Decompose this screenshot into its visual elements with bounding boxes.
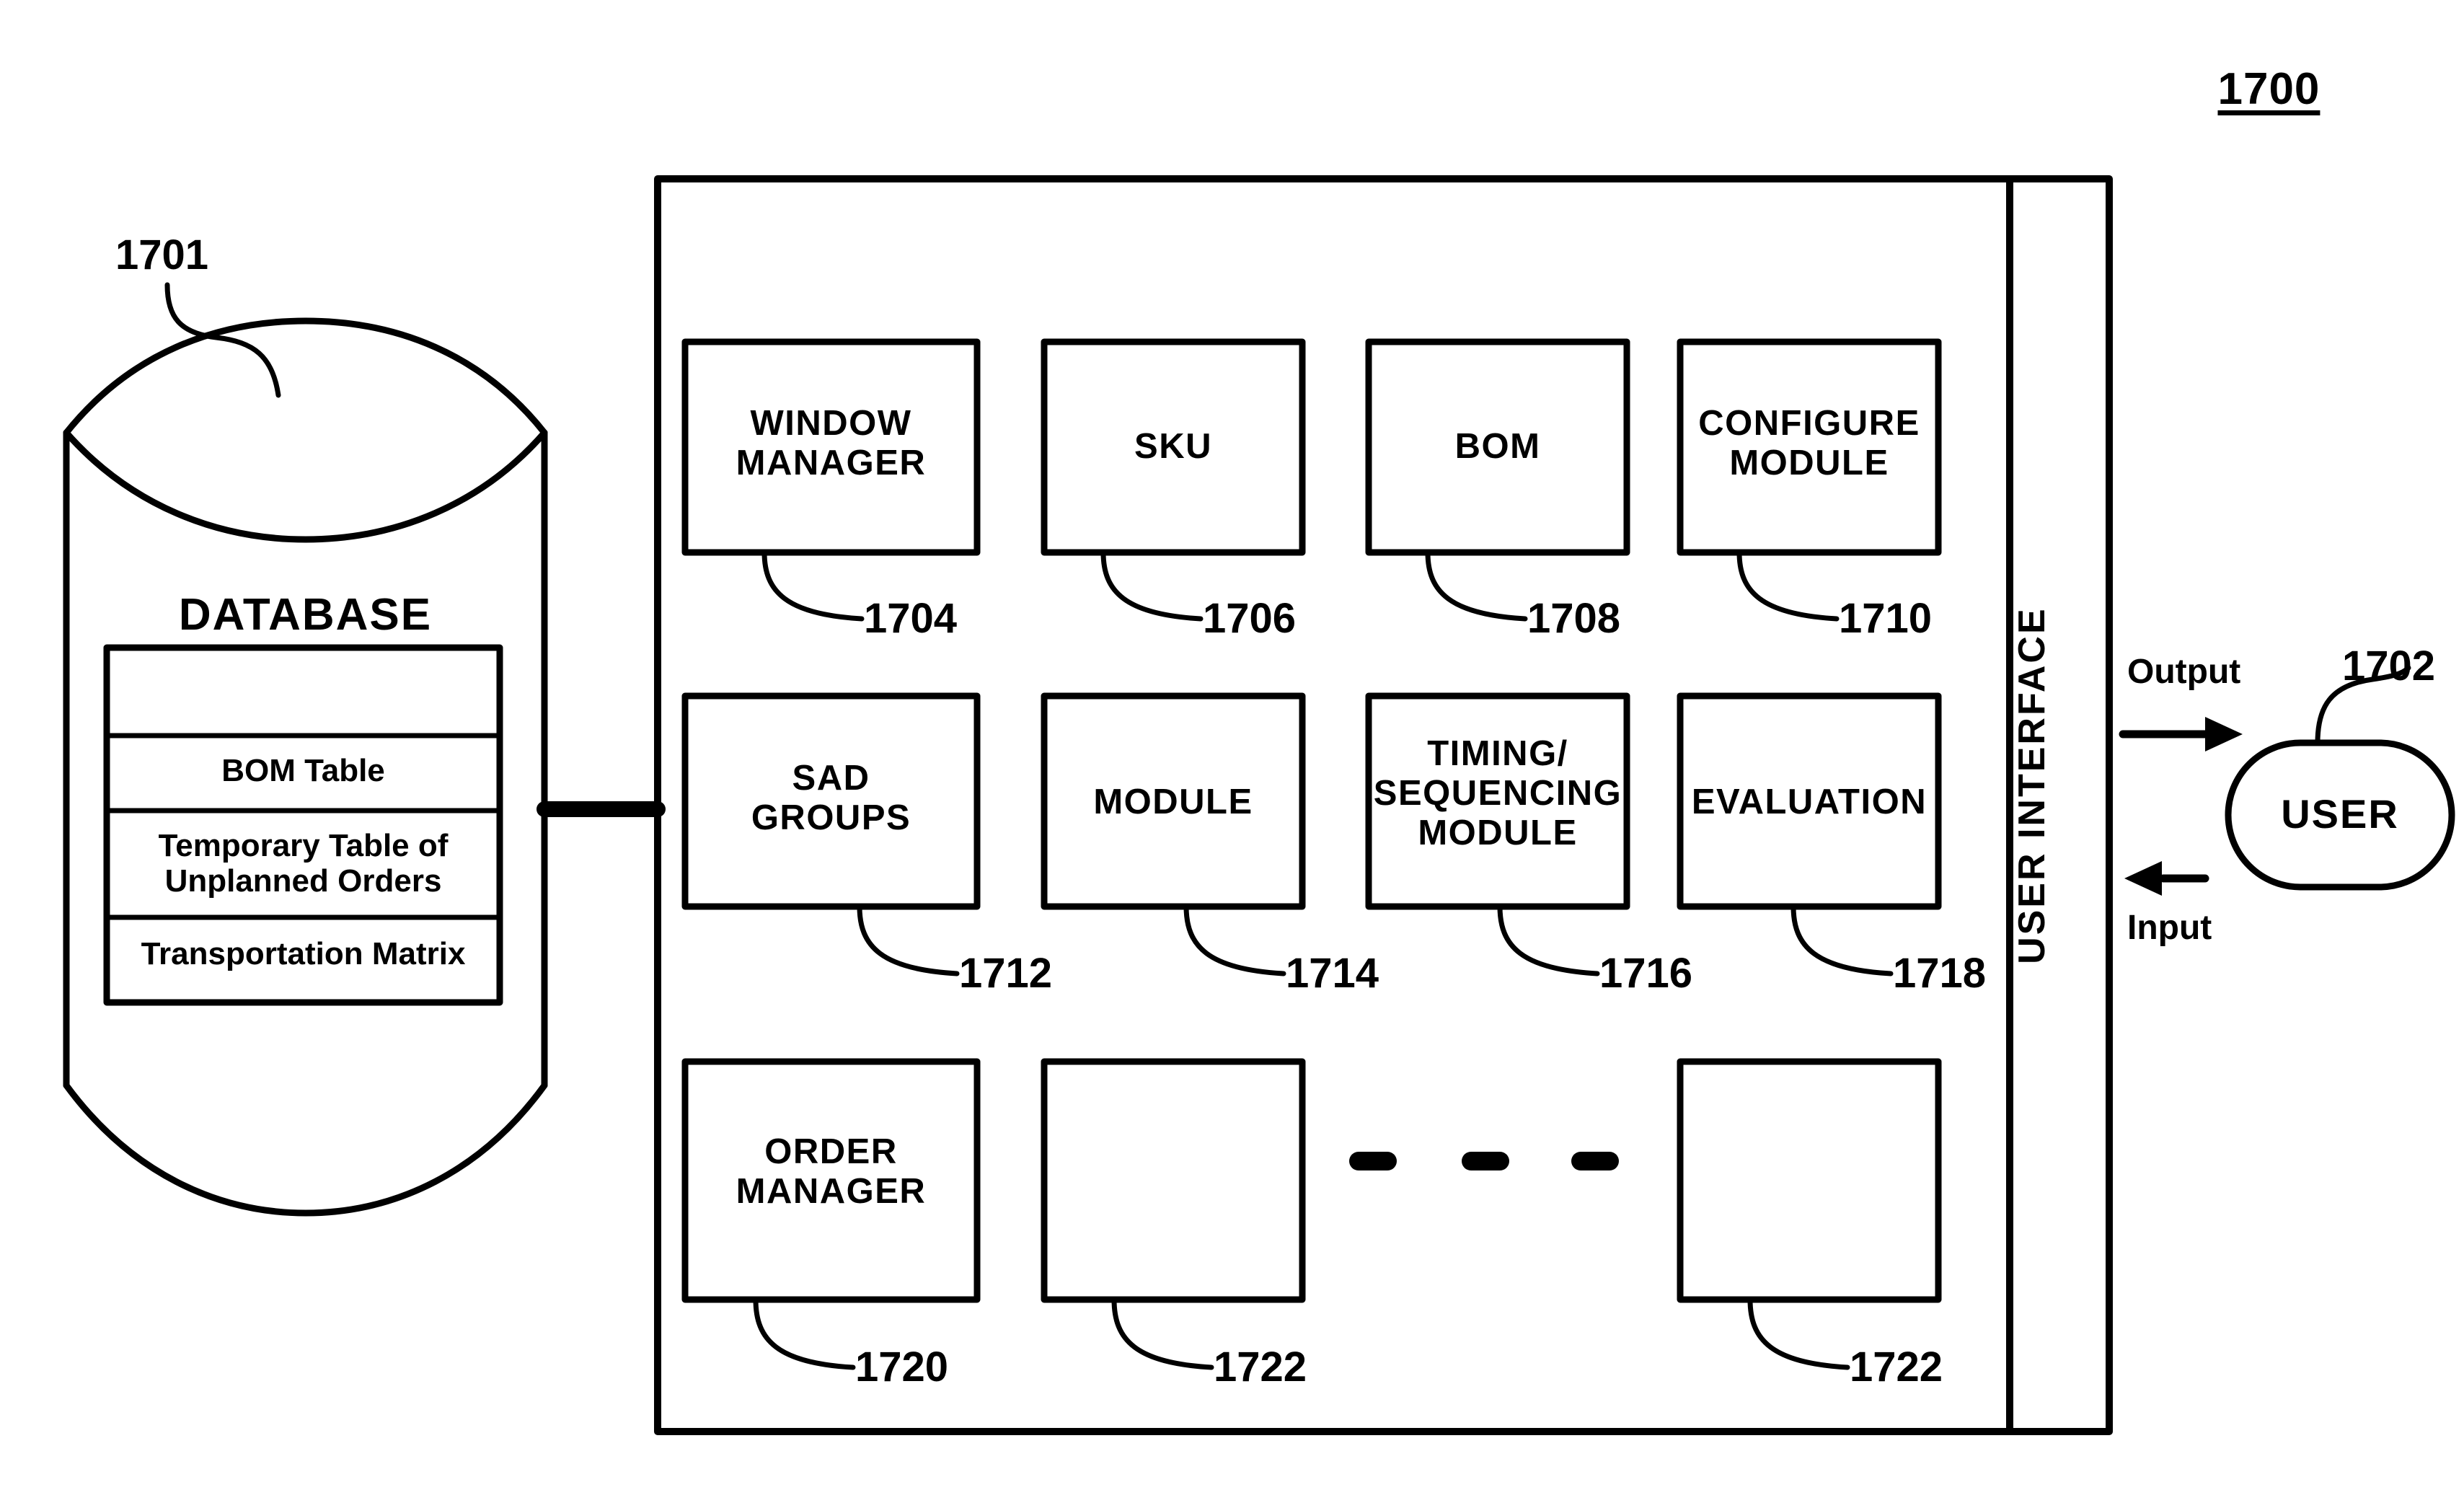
input-label: Input xyxy=(2127,909,2212,947)
leader-1712 xyxy=(857,904,960,976)
module-label-timing-sequencing-module: TIMING/ SEQUENCING MODULE xyxy=(1373,734,1622,852)
patent-figure-canvas: 1700 1701 DATABASE BOM Table Temporary T… xyxy=(0,0,2464,1508)
module-label-order-manager: ORDER MANAGER xyxy=(736,1132,927,1211)
leader-1710 xyxy=(1736,550,1840,622)
db-cylinder-bottom xyxy=(63,1082,548,1217)
input-arrow-head xyxy=(2124,861,2162,896)
leader-1718 xyxy=(1790,904,1894,976)
module-label-evaluation: EVALUATION xyxy=(1691,782,1928,821)
user-node-label: USER xyxy=(2281,791,2399,837)
leader-1716 xyxy=(1497,904,1600,976)
user-ref-1702: 1702 xyxy=(2342,643,2436,689)
db-table-row-temp-orders: Temporary Table of Unplanned Orders xyxy=(158,828,449,899)
module-label-bom: BOM xyxy=(1454,427,1541,466)
module-ref-1714: 1714 xyxy=(1286,950,1379,997)
module-ref-1706: 1706 xyxy=(1203,595,1297,642)
module-ref-1716: 1716 xyxy=(1599,950,1693,997)
module-box-11 xyxy=(1677,1058,1942,1303)
module-label-window-manager: WINDOW MANAGER xyxy=(736,404,927,482)
output-arrow-head xyxy=(2205,717,2243,751)
leader-1704 xyxy=(761,550,865,622)
module-ref-1722-b: 1722 xyxy=(1850,1344,1943,1390)
leader-1706 xyxy=(1100,550,1204,622)
module-box-10 xyxy=(1041,1058,1306,1303)
db-ref-leader-line xyxy=(164,282,281,398)
module-ref-1704: 1704 xyxy=(864,595,958,642)
leader-1714 xyxy=(1183,904,1286,976)
leader-1708 xyxy=(1425,550,1528,622)
user-interface-label: USER INTERFACE xyxy=(2010,607,2053,964)
module-ref-1710: 1710 xyxy=(1839,595,1933,642)
leader-1722-a xyxy=(1111,1297,1214,1370)
output-label: Output xyxy=(2127,653,2241,691)
module-label-configure-module: CONFIGURE MODULE xyxy=(1698,404,1920,482)
db-reference-number: 1701 xyxy=(115,232,209,278)
module-label-sku: SKU xyxy=(1134,427,1212,466)
leader-1720-a xyxy=(753,1297,856,1370)
module-label-module: MODULE xyxy=(1093,782,1253,821)
db-table-row-transport-matrix: Transportation Matrix xyxy=(141,936,466,971)
module-ref-1712: 1712 xyxy=(959,950,1053,997)
module-ref-1708: 1708 xyxy=(1527,595,1621,642)
module-ref-1722-a: 1722 xyxy=(1214,1344,1307,1390)
module-label-sad-groups: SAD GROUPS xyxy=(751,759,911,837)
leader-1722-b xyxy=(1747,1297,1850,1370)
db-table-row-bom: BOM Table xyxy=(221,753,385,788)
db-cylinder-top-front xyxy=(63,429,548,543)
module-ref-1720: 1720 xyxy=(855,1344,949,1390)
module-ref-1718: 1718 xyxy=(1893,950,1987,997)
figure-number: 1700 xyxy=(2217,64,2321,115)
db-cylinder-top-back xyxy=(63,317,548,436)
db-title: DATABASE xyxy=(178,590,433,640)
